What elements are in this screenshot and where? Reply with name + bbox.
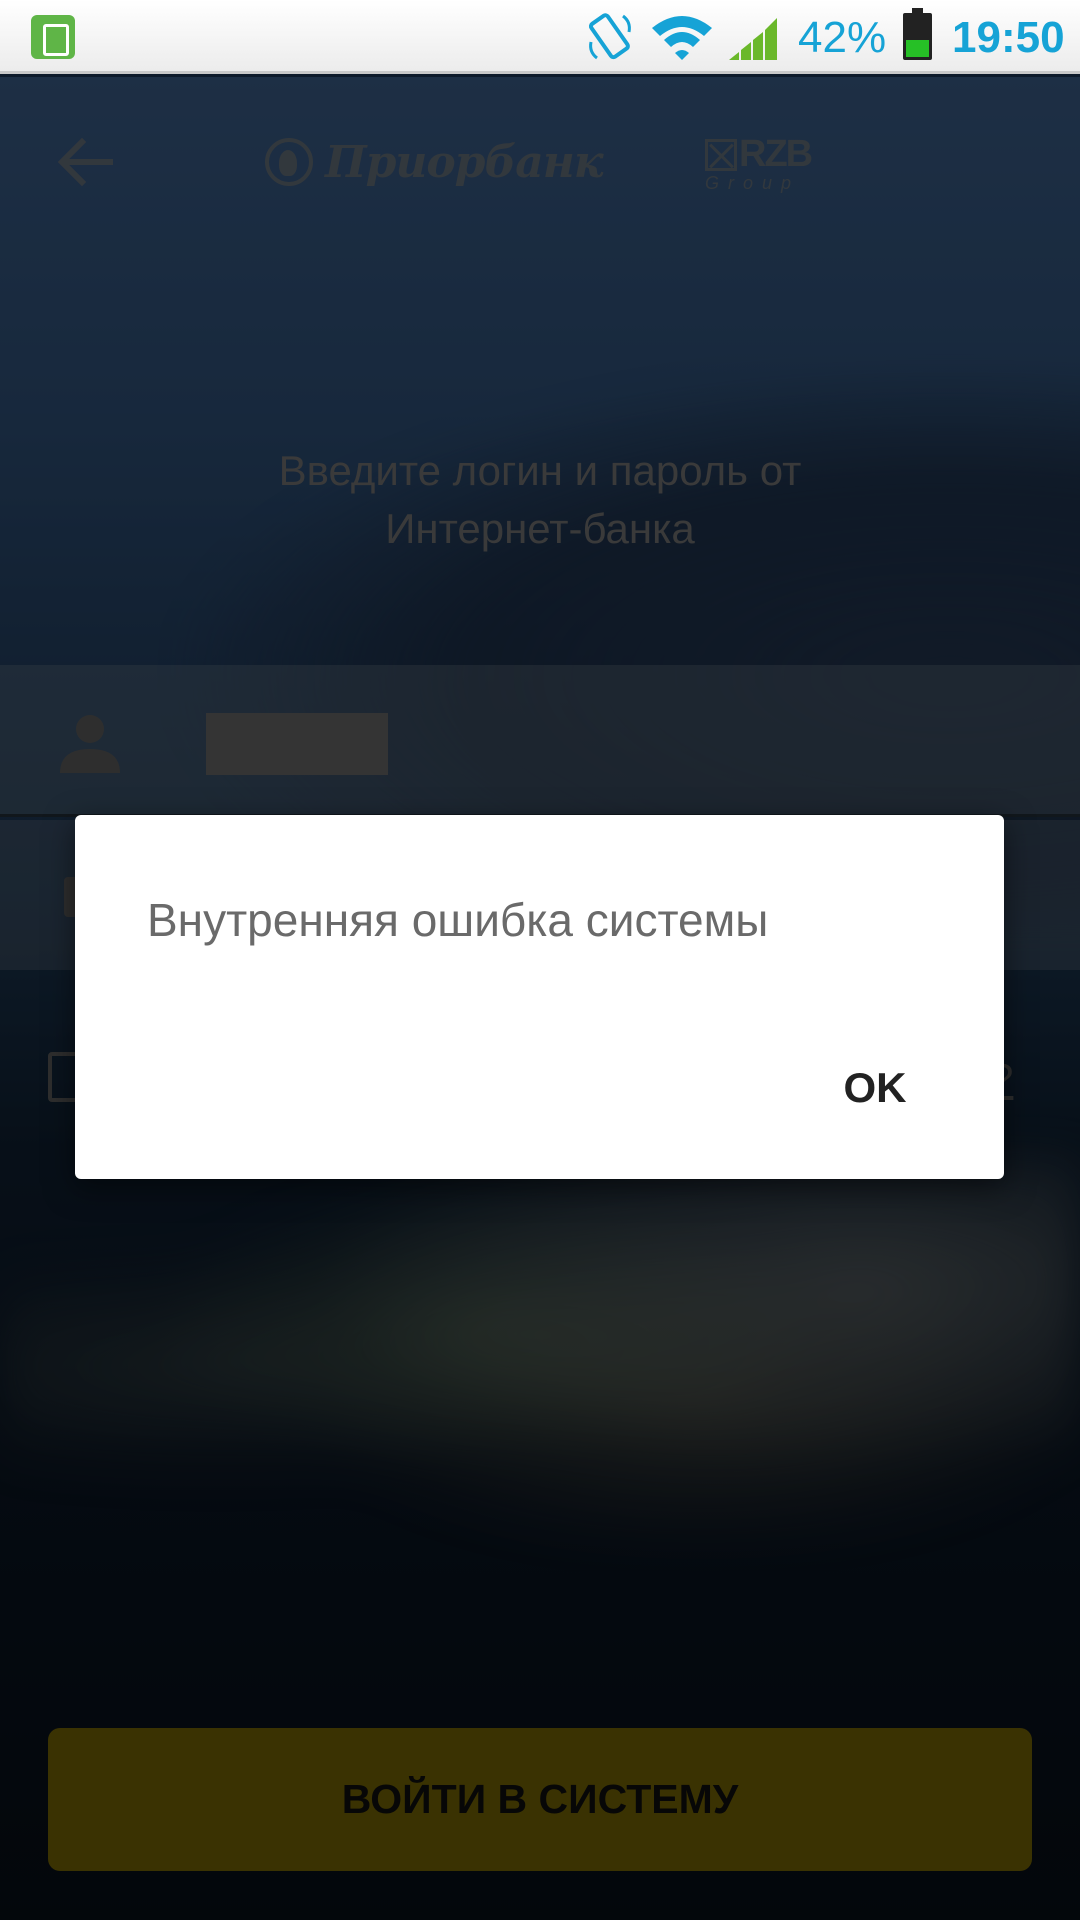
signal-icon bbox=[729, 18, 777, 60]
battery-icon bbox=[903, 8, 932, 60]
screenshot-app-icon bbox=[31, 15, 75, 59]
battery-fill bbox=[906, 39, 929, 57]
rotate-icon bbox=[588, 13, 631, 60]
error-dialog: Внутренняя ошибка системы OK bbox=[75, 815, 1004, 1179]
error-message: Внутренняя ошибка системы bbox=[147, 894, 769, 946]
status-bar: 42% 19:50 bbox=[0, 0, 1080, 74]
battery-percent: 42% bbox=[798, 13, 887, 62]
wifi-icon bbox=[652, 16, 712, 60]
ok-button[interactable]: OK bbox=[795, 1043, 955, 1133]
clock: 19:50 bbox=[952, 13, 1065, 62]
